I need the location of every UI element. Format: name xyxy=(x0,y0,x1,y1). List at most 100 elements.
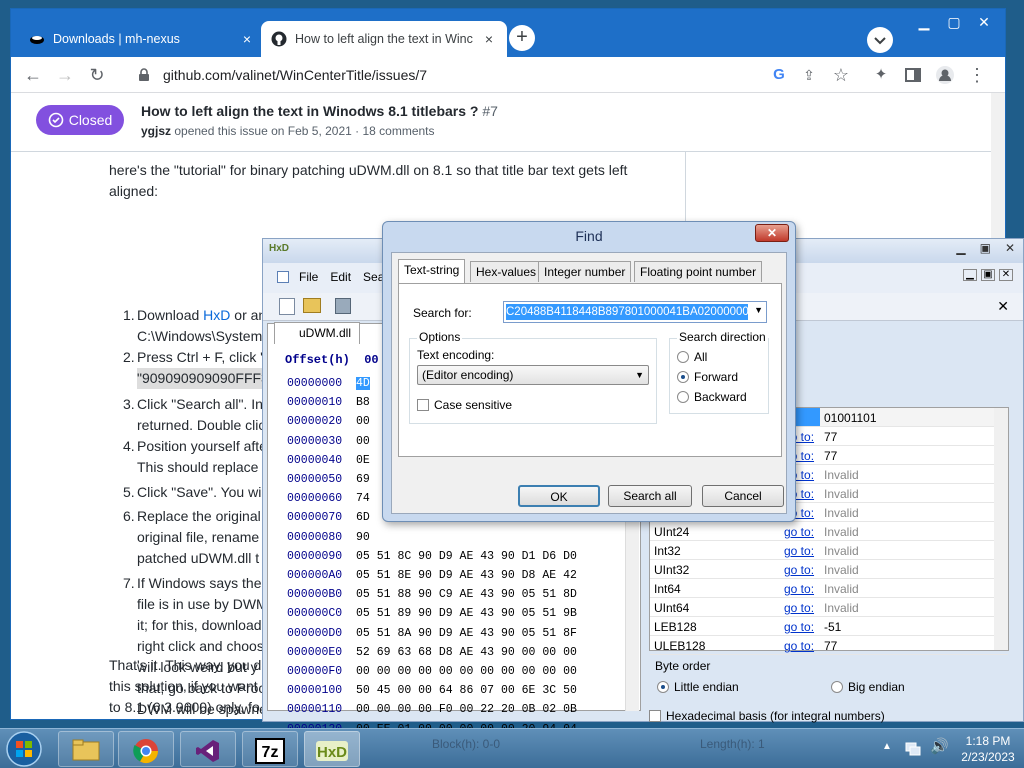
hex-row[interactable]: 00000010 B8 xyxy=(287,396,370,409)
issue-author-link[interactable]: ygjsz xyxy=(141,124,171,138)
mdi-close-button[interactable]: ✕ xyxy=(999,269,1013,281)
inspector-goto-link[interactable]: go to: xyxy=(784,601,814,615)
inspector-value: Invalid xyxy=(824,487,859,501)
save-icon[interactable] xyxy=(335,298,351,314)
bookmark-star-icon[interactable]: ☆ xyxy=(831,65,851,85)
file-tab[interactable]: uDWM.dll xyxy=(274,322,360,344)
hex-row[interactable]: 00000070 6D xyxy=(287,511,370,524)
chrome-menu-icon[interactable]: ⋮ xyxy=(967,65,987,85)
hex-row[interactable]: 000000C0 05 51 89 90 D9 AE 43 90 05 51 9… xyxy=(287,607,577,620)
tab-text-string[interactable]: Text-string xyxy=(398,259,466,283)
minimize-button[interactable]: ▁ xyxy=(911,13,937,31)
hex-row[interactable]: 000000F0 00 00 00 00 00 00 00 00 00 00 0… xyxy=(287,665,577,678)
tab-hex-values[interactable]: Hex-values xyxy=(470,261,543,282)
tab-close-icon[interactable]: × xyxy=(481,31,497,47)
case-sensitive-checkbox[interactable]: Case sensitive xyxy=(417,398,512,412)
hxd-link[interactable]: HxD xyxy=(203,307,230,323)
hex-row[interactable]: 000000D0 05 51 8A 90 D9 AE 43 90 05 51 8… xyxy=(287,627,577,640)
direction-forward-radio[interactable]: Forward xyxy=(677,370,738,384)
tab-floating-point-number[interactable]: Floating point number xyxy=(634,261,763,282)
hex-basis-checkbox[interactable]: Hexadecimal basis (for integral numbers) xyxy=(649,709,885,723)
side-panel-icon[interactable] xyxy=(903,65,923,85)
extensions-icon[interactable]: ✦ xyxy=(871,65,891,85)
issue-number: #7 xyxy=(482,103,498,119)
reload-icon[interactable]: ↻ xyxy=(87,65,107,85)
inspector-goto-link[interactable]: go to: xyxy=(784,582,814,596)
hex-row[interactable]: 000000B0 05 51 88 90 C9 AE 43 90 05 51 8… xyxy=(287,588,577,601)
close-dialog-button[interactable]: ✕ xyxy=(755,224,789,242)
tab-search-button[interactable] xyxy=(867,27,893,53)
network-icon[interactable] xyxy=(904,739,922,757)
menu-file[interactable]: File xyxy=(299,270,318,284)
search-for-combobox[interactable]: C20488B4118448B897801000041BA020000008B … xyxy=(503,301,767,323)
hex-row[interactable]: 00000110 00 00 00 00 F0 00 22 20 0B 02 0… xyxy=(287,703,577,716)
google-lens-icon[interactable]: G xyxy=(769,65,789,85)
dropdown-arrow-icon[interactable]: ▼ xyxy=(754,305,763,315)
hex-row[interactable]: 000000E0 52 69 63 68 D8 AE 43 90 00 00 0… xyxy=(287,646,577,659)
inspector-row: Int32 go to: Invalid xyxy=(650,541,1008,560)
show-hidden-icons-icon[interactable]: ▲ xyxy=(882,741,892,752)
close-panel-icon[interactable]: ✕ xyxy=(997,298,1009,315)
clock[interactable]: 1:18 PM 2/23/2023 xyxy=(956,733,1020,765)
mdi-minimize-button[interactable]: ▁ xyxy=(963,269,977,281)
hxd-icon: HxD xyxy=(316,741,348,761)
direction-all-radio[interactable]: All xyxy=(677,350,707,364)
little-endian-radio[interactable]: Little endian xyxy=(657,680,739,694)
hex-row[interactable]: 00000020 00 xyxy=(287,415,370,428)
taskbar-file-explorer[interactable] xyxy=(58,731,114,767)
open-folder-icon[interactable] xyxy=(303,298,321,313)
inspector-goto-link[interactable]: go to: xyxy=(784,639,814,653)
inspector-goto-link[interactable]: go to: xyxy=(784,544,814,558)
tab-github-issue[interactable]: How to left align the text in Winc × xyxy=(261,21,507,57)
inspector-goto-link[interactable]: go to: xyxy=(784,620,814,634)
hex-bytes: 90 xyxy=(356,530,370,544)
taskbar-visual-studio[interactable] xyxy=(180,731,236,767)
inspector-goto-link[interactable]: go to: xyxy=(784,525,814,539)
hex-row[interactable]: 00000100 50 45 00 00 64 86 07 00 6E 3C 5… xyxy=(287,684,577,697)
big-endian-radio[interactable]: Big endian xyxy=(831,680,905,694)
direction-backward-radio[interactable]: Backward xyxy=(677,390,747,404)
mdi-restore-button[interactable]: ▣ xyxy=(981,269,995,281)
inspector-goto-link[interactable]: go to: xyxy=(784,563,814,577)
minimize-button[interactable]: ▁ xyxy=(956,241,965,255)
hex-row[interactable]: 00000060 74 xyxy=(287,492,370,505)
address-bar[interactable]: github.com/valinet/WinCenterTitle/issues… xyxy=(123,61,861,89)
close-window-button[interactable]: ✕ xyxy=(1005,241,1015,255)
tab-integer-number[interactable]: Integer number xyxy=(538,261,632,282)
hex-row[interactable]: 000000A0 05 51 8E 90 D9 AE 43 90 D8 AE 4… xyxy=(287,569,577,582)
new-file-icon[interactable] xyxy=(279,298,295,315)
maximize-button[interactable]: ▣ xyxy=(980,241,991,255)
tab-close-icon[interactable]: × xyxy=(239,31,255,47)
close-window-button[interactable]: ✕ xyxy=(971,13,997,31)
ok-button[interactable]: OK xyxy=(518,485,600,507)
share-icon[interactable]: ⇪ xyxy=(799,65,819,85)
hex-row[interactable]: 00000080 90 xyxy=(287,531,370,544)
hex-row[interactable]: 00000000 4D xyxy=(287,377,370,390)
text-encoding-select[interactable]: (Editor encoding) ▼ xyxy=(417,365,649,385)
maximize-button[interactable]: ▢ xyxy=(941,13,967,31)
lock-icon xyxy=(139,68,149,81)
hex-offset: 00000060 xyxy=(287,492,343,506)
taskbar-hxd[interactable]: HxD xyxy=(304,731,360,767)
tab-downloads[interactable]: Downloads | mh-nexus × xyxy=(19,21,265,57)
hex-row[interactable]: 00000040 0E xyxy=(287,454,370,467)
search-all-button[interactable]: Search all xyxy=(608,485,692,507)
step-number: 5. xyxy=(123,484,135,500)
profile-avatar-icon[interactable] xyxy=(935,65,955,85)
taskbar-7zip[interactable]: 7z xyxy=(242,731,298,767)
hex-row[interactable]: 00000030 00 xyxy=(287,435,370,448)
back-icon[interactable]: ← xyxy=(23,65,43,85)
svg-text:HxD: HxD xyxy=(317,744,347,761)
inspector-scrollbar[interactable] xyxy=(994,408,1008,650)
start-button[interactable] xyxy=(4,729,48,768)
mdi-controls: ▁ ▣ ✕ xyxy=(963,269,1013,281)
hex-row[interactable]: 00000090 05 51 8C 90 D9 AE 43 90 D1 D6 D… xyxy=(287,550,577,563)
new-tab-button[interactable]: + xyxy=(509,25,535,51)
inspector-row: LEB128 go to: -51 xyxy=(650,617,1008,636)
cancel-button[interactable]: Cancel xyxy=(702,485,784,507)
hex-row[interactable]: 00000050 69 xyxy=(287,473,370,486)
menu-edit[interactable]: Edit xyxy=(330,270,351,284)
taskbar-chrome[interactable] xyxy=(118,731,174,767)
volume-icon[interactable]: 🔊 xyxy=(930,737,949,755)
forward-icon[interactable]: → xyxy=(55,65,75,85)
